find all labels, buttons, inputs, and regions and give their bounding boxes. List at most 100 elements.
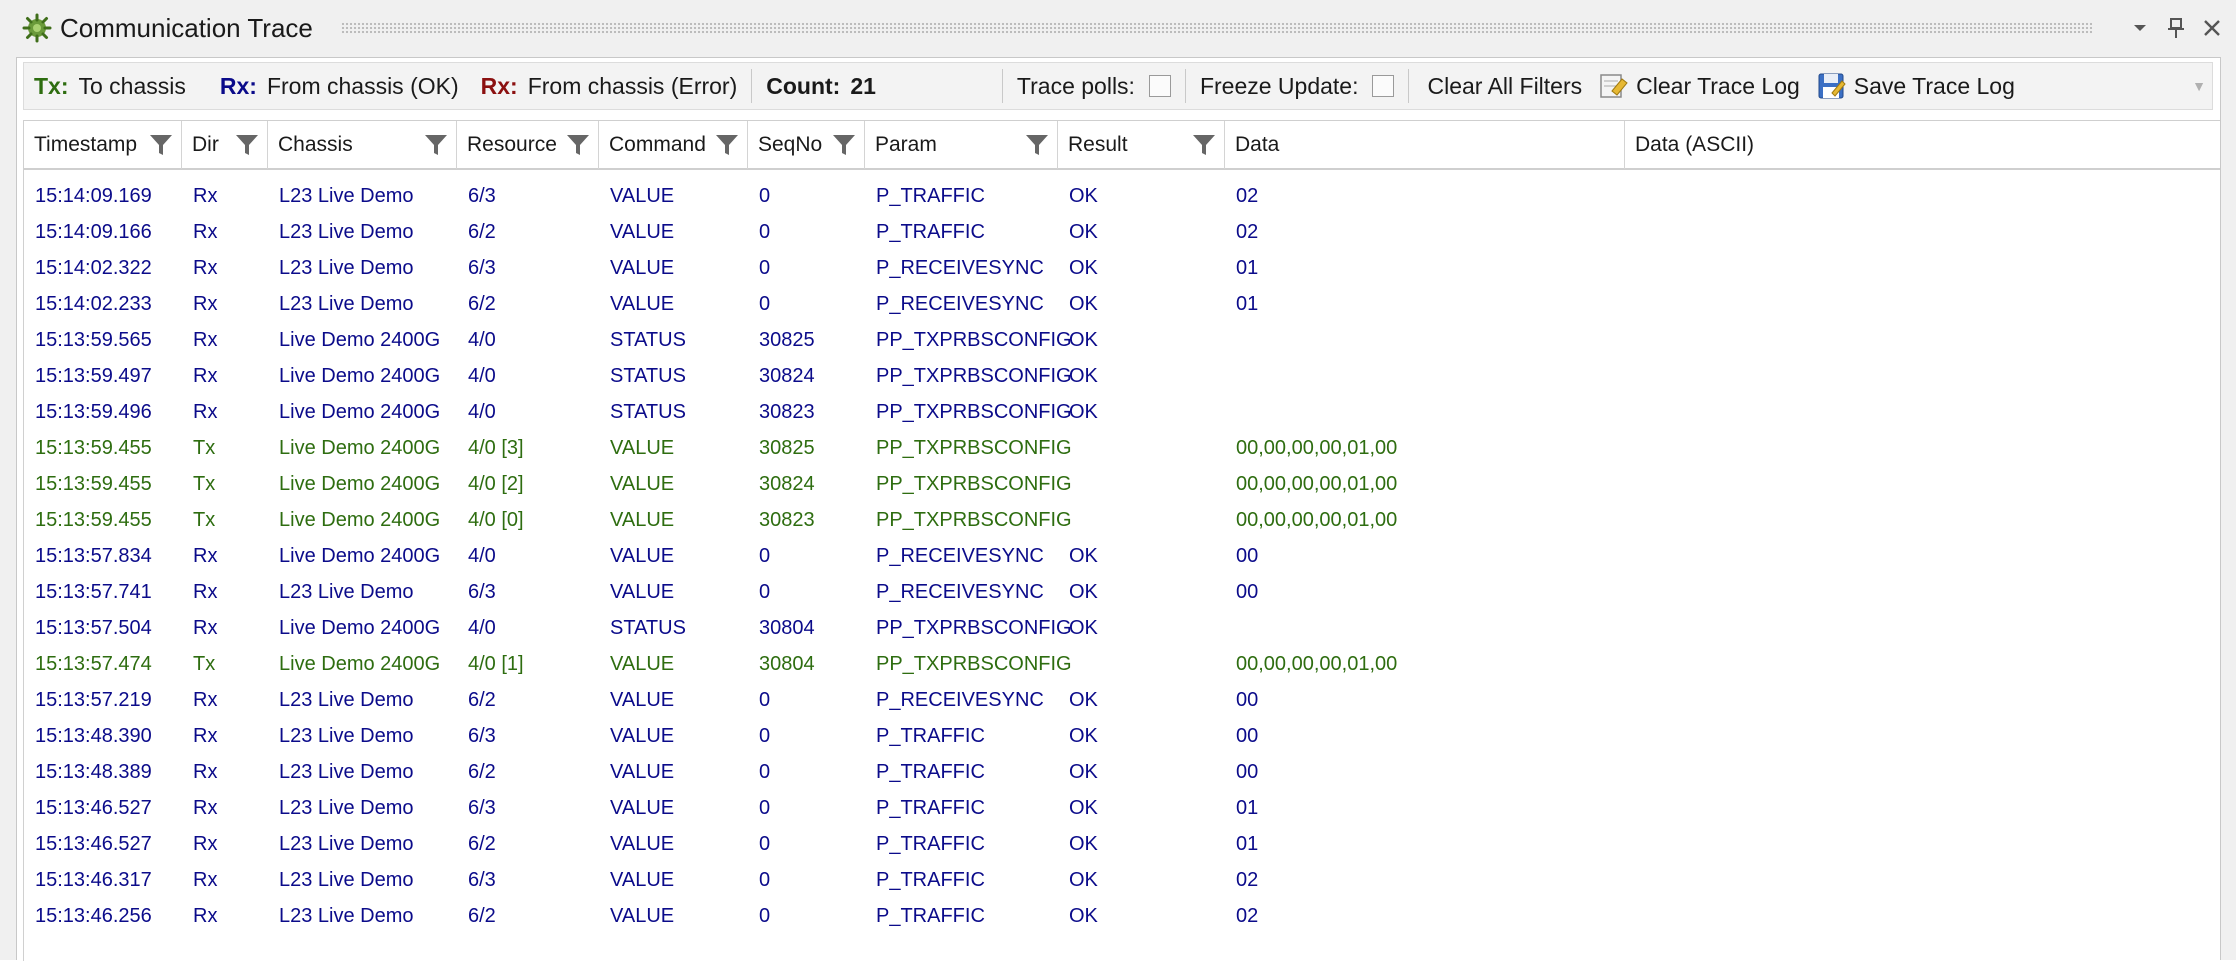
cell-result: OK [1069, 185, 1098, 207]
cell-command: VALUE [610, 761, 675, 783]
table-row[interactable]: 15:14:09.169 Rx L23 Live Demo 6/3 VALUE 0 P_TR… [24, 178, 2220, 214]
cell-param: P_RECEIVESYNC [876, 257, 1044, 279]
cell-result: OK [1069, 257, 1098, 279]
cell-resource: 4/0 [468, 617, 496, 639]
column-header-data-ascii[interactable]: Data (ASCII) [1625, 121, 2220, 169]
cell-param: P_RECEIVESYNC [876, 293, 1044, 315]
cell-resource: 6/3 [468, 797, 496, 819]
trace-polls-checkbox[interactable] [1148, 75, 1171, 97]
table-row[interactable]: 15:13:57.741 Rx L23 Live Demo 6/3 VALUE 0 P_RE… [24, 574, 2220, 610]
cell-timestamp: 15:14:09.169 [35, 185, 152, 207]
filter-icon[interactable] [424, 133, 448, 157]
cell-chassis: L23 Live Demo [279, 581, 414, 603]
cell-data: 00,00,00,00,01,00 [1236, 437, 1398, 459]
cell-command: VALUE [610, 725, 675, 747]
table-row[interactable]: 15:13:57.834 Rx Live Demo 2400G 4/0 VALUE 0 P_… [24, 538, 2220, 574]
pin-icon[interactable] [2158, 10, 2194, 46]
filter-icon[interactable] [832, 133, 856, 157]
cell-seqno: 30824 [759, 473, 815, 495]
cell-timestamp: 15:14:02.233 [35, 293, 152, 315]
table-row[interactable]: 15:13:59.455 Tx Live Demo 2400G 4/0 [3] VALU… [24, 430, 2220, 466]
trace-polls-toggle[interactable]: Trace polls: [1007, 63, 1181, 109]
column-header-param[interactable]: Param [865, 121, 1058, 169]
table-row[interactable]: 15:14:02.233 Rx L23 Live Demo 6/2 VALUE 0 P_RE… [24, 286, 2220, 322]
cell-command: VALUE [610, 581, 675, 603]
filter-icon[interactable] [149, 133, 173, 157]
cell-resource: 6/2 [468, 293, 496, 315]
freeze-update-toggle[interactable]: Freeze Update: [1190, 63, 1405, 109]
freeze-update-checkbox[interactable] [1372, 75, 1395, 97]
cell-command: VALUE [610, 257, 675, 279]
cell-result: OK [1069, 617, 1098, 639]
toolbar-separator [1408, 69, 1410, 103]
cell-command: STATUS [610, 617, 686, 639]
cell-dir: Tx [193, 473, 216, 495]
clear-trace-log-button[interactable]: Clear Trace Log [1590, 71, 1808, 101]
column-header-command[interactable]: Command [599, 121, 748, 169]
table-row[interactable]: 15:14:09.166 Rx L23 Live Demo 6/2 VALUE 0 P_TR… [24, 214, 2220, 250]
toolbar: Tx: To chassis Rx: From chassis (OK) Rx:… [23, 62, 2213, 110]
cell-resource: 6/2 [468, 833, 496, 855]
gear-bug-icon [22, 13, 52, 43]
table-row[interactable]: 15:14:02.322 Rx L23 Live Demo 6/3 VALUE 0 P_RE… [24, 250, 2220, 286]
cell-command: VALUE [610, 545, 675, 567]
cell-param: PP_TXPRBSCONFIG [876, 653, 1072, 675]
cell-seqno: 30823 [759, 509, 815, 531]
filter-icon[interactable] [566, 133, 590, 157]
column-header-dir[interactable]: Dir [182, 121, 268, 169]
grid-header: Timestamp Dir Chassis Resource Command S… [24, 120, 2220, 170]
table-row[interactable]: 15:13:59.497 Rx Live Demo 2400G 4/0 STATUS 30… [24, 358, 2220, 394]
cell-param: P_TRAFFIC [876, 797, 985, 819]
cell-data: 02 [1236, 221, 1259, 243]
clear-all-filters-button[interactable]: Clear All Filters [1413, 73, 1590, 100]
table-row[interactable]: 15:13:48.389 Rx L23 Live Demo 6/2 VALUE 0 P_TR… [24, 754, 2220, 790]
table-row[interactable]: 15:13:46.317 Rx L23 Live Demo 6/3 VALUE 0 P_TR… [24, 862, 2220, 898]
cell-command: VALUE [610, 185, 675, 207]
cell-dir: Rx [193, 257, 218, 279]
table-row[interactable]: 15:13:59.455 Tx Live Demo 2400G 4/0 [0] VALU… [24, 502, 2220, 538]
cell-resource: 6/2 [468, 761, 496, 783]
filter-icon[interactable] [1025, 133, 1049, 157]
table-row[interactable]: 15:13:57.474 Tx Live Demo 2400G 4/0 [1] VALU… [24, 646, 2220, 682]
cell-data: 01 [1236, 293, 1259, 315]
table-row[interactable]: 15:13:57.219 Rx L23 Live Demo 6/2 VALUE 0 P_RE… [24, 682, 2220, 718]
cell-result: OK [1069, 329, 1098, 351]
table-row[interactable]: 15:13:48.390 Rx L23 Live Demo 6/3 VALUE 0 P_TR… [24, 718, 2220, 754]
column-header-seqno[interactable]: SeqNo [748, 121, 865, 169]
table-row[interactable]: 15:13:46.527 Rx L23 Live Demo 6/3 VALUE 0 P_TR… [24, 790, 2220, 826]
table-row[interactable]: 15:13:59.455 Tx Live Demo 2400G 4/0 [2] VALU… [24, 466, 2220, 502]
count-label: Count: [766, 72, 841, 99]
cell-data [1225, 610, 1236, 646]
column-header-resource[interactable]: Resource [457, 121, 599, 169]
cell-data: 02 [1236, 905, 1259, 927]
cell-result: OK [1069, 761, 1098, 783]
cell-data: 02 [1236, 185, 1259, 207]
cell-timestamp: 15:13:46.527 [35, 797, 152, 819]
cell-data: 00 [1236, 689, 1259, 711]
column-header-result[interactable]: Result [1058, 121, 1225, 169]
table-row[interactable]: 15:13:59.565 Rx Live Demo 2400G 4/0 STATUS 30… [24, 322, 2220, 358]
column-header-chassis[interactable]: Chassis [268, 121, 457, 169]
table-row[interactable]: 15:13:46.256 Rx L23 Live Demo 6/2 VALUE 0 P_TR… [24, 898, 2220, 934]
legend-tx-text: To chassis [78, 72, 186, 99]
cell-chassis: L23 Live Demo [279, 905, 414, 927]
filter-icon[interactable] [235, 133, 259, 157]
cell-seqno: 0 [759, 581, 771, 603]
title-drag-grip[interactable] [340, 22, 2092, 34]
save-trace-log-button[interactable]: Save Trace Log [1808, 71, 2023, 101]
column-header-data[interactable]: Data [1225, 121, 1625, 169]
filter-icon[interactable] [1192, 133, 1216, 157]
cell-command: STATUS [610, 401, 686, 423]
cell-result: OK [1069, 581, 1098, 603]
close-icon[interactable] [2194, 10, 2230, 46]
table-row[interactable]: 15:13:59.496 Rx Live Demo 2400G 4/0 STATUS 30… [24, 394, 2220, 430]
table-row[interactable]: 15:13:46.527 Rx L23 Live Demo 6/2 VALUE 0 P_TR… [24, 826, 2220, 862]
table-row[interactable]: 15:13:57.504 Rx Live Demo 2400G 4/0 STATUS 30… [24, 610, 2220, 646]
cell-param: PP_TXPRBSCONFIG [876, 329, 1072, 351]
toolbar-overflow-icon[interactable]: ▼ [2192, 78, 2206, 94]
cell-resource: 6/2 [468, 689, 496, 711]
cell-dir: Rx [193, 545, 218, 567]
column-header-timestamp[interactable]: Timestamp [24, 121, 182, 169]
chevron-down-icon[interactable] [2122, 10, 2158, 46]
filter-icon[interactable] [715, 133, 739, 157]
